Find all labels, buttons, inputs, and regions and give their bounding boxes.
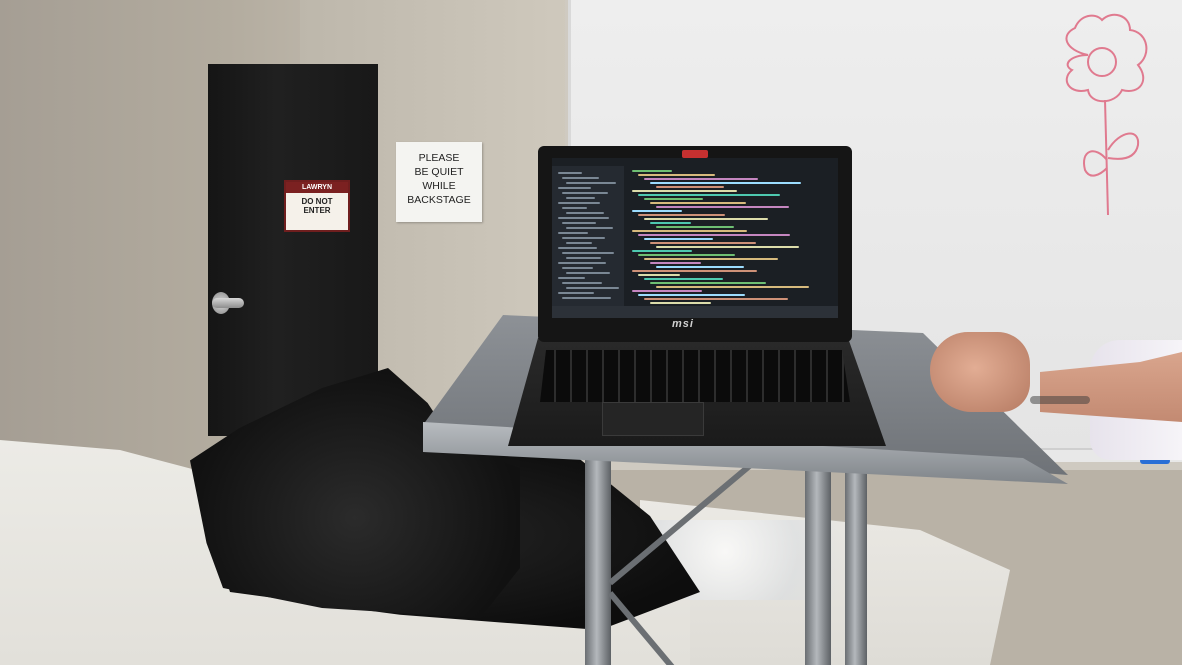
code-line: [656, 226, 734, 228]
notice-line: WHILE: [422, 180, 456, 192]
sidebar-line: [566, 212, 604, 214]
sidebar-line: [558, 277, 585, 279]
do-not-enter-sign: LAWRYN DO NOT ENTER: [284, 180, 350, 232]
code-line: [638, 254, 735, 256]
sidebar-line: [558, 232, 588, 234]
sidebar-line: [558, 202, 600, 204]
code-line: [650, 282, 766, 284]
sidebar-line: [558, 172, 582, 174]
code-line: [650, 262, 701, 264]
notice-line: BE QUIET: [414, 166, 464, 178]
laptop-trackpad: [602, 402, 704, 436]
code-line: [644, 258, 778, 260]
code-line: [650, 242, 756, 244]
sidebar-line: [566, 227, 613, 229]
sign-text: DO NOT ENTER: [301, 197, 333, 215]
sidebar-line: [562, 222, 596, 224]
backstage-notice: PLEASE BE QUIET WHILE BACKSTAGE: [396, 142, 482, 222]
code-line: [644, 278, 723, 280]
code-line: [644, 298, 788, 300]
sidebar-line: [558, 187, 591, 189]
code-line: [638, 194, 780, 196]
sidebar-line: [566, 272, 610, 274]
sign-brand: LAWRYN: [286, 182, 348, 193]
code-line: [632, 250, 692, 252]
stand-leg: [585, 455, 611, 665]
sidebar-line: [566, 242, 592, 244]
code-line: [644, 218, 768, 220]
code-line: [638, 294, 745, 296]
door-handle-icon: [212, 298, 244, 308]
code-line: [638, 174, 715, 176]
code-line: [632, 290, 702, 292]
sidebar-line: [562, 282, 602, 284]
taskbar: [552, 306, 838, 318]
code-line: [656, 246, 799, 248]
code-line: [650, 302, 711, 304]
notice-line: PLEASE: [418, 152, 460, 164]
fist: [930, 332, 1030, 412]
sidebar-line: [566, 287, 619, 289]
code-line: [632, 190, 737, 192]
code-line: [638, 234, 790, 236]
code-line: [632, 210, 682, 212]
flower-drawing-icon: [1065, 13, 1148, 216]
code-line: [638, 214, 725, 216]
code-line: [656, 206, 789, 208]
sidebar-line: [558, 247, 597, 249]
sidebar-line: [558, 262, 606, 264]
code-line: [656, 286, 809, 288]
code-line: [656, 186, 724, 188]
sidebar-line: [562, 297, 611, 299]
laptop-logo: msi: [672, 318, 694, 330]
code-line: [656, 266, 744, 268]
code-line: [632, 230, 747, 232]
code-line: [638, 274, 680, 276]
code-line: [644, 238, 713, 240]
code-line: [644, 178, 758, 180]
stand-leg: [805, 470, 831, 665]
code-line: [632, 170, 672, 172]
sidebar-line: [566, 197, 595, 199]
sidebar-line: [566, 182, 616, 184]
wrist-tattoo: [1030, 396, 1090, 404]
stand-leg: [845, 472, 867, 665]
sidebar-line: [558, 292, 594, 294]
code-line: [644, 198, 703, 200]
webcam-cover: [682, 150, 708, 158]
sidebar-line: [566, 257, 601, 259]
notice-line: BACKSTAGE: [407, 194, 471, 206]
sidebar-line: [562, 177, 599, 179]
code-line: [650, 222, 691, 224]
sidebar-line: [558, 217, 609, 219]
sidebar-line: [562, 252, 614, 254]
laptop-screen: [552, 158, 838, 318]
scene: LAWRYN DO NOT ENTER PLEASE BE QUIET WHIL…: [0, 0, 1182, 665]
sidebar-line: [562, 267, 593, 269]
laptop-keyboard: [540, 350, 850, 402]
code-line: [632, 270, 757, 272]
code-line: [650, 202, 746, 204]
sidebar-line: [562, 237, 605, 239]
sidebar-line: [562, 207, 587, 209]
sidebar-line: [562, 192, 608, 194]
code-line: [650, 182, 801, 184]
